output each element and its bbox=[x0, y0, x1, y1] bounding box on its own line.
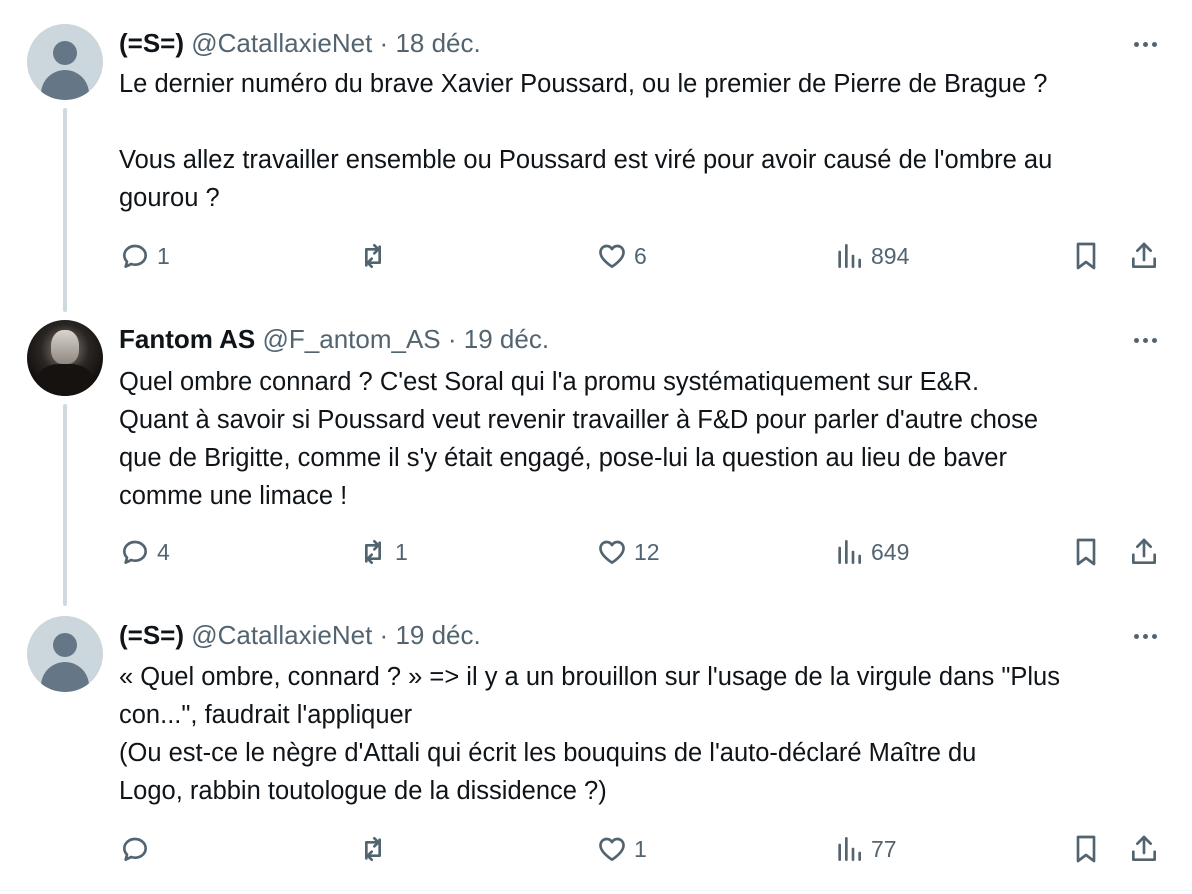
bookmark-icon bbox=[1076, 242, 1096, 270]
bookmark-icon bbox=[1076, 835, 1096, 863]
tweet-line: comme une limace ! bbox=[119, 482, 348, 510]
like-button[interactable]: 6 bbox=[596, 240, 647, 272]
bookmark-button[interactable] bbox=[1070, 833, 1102, 865]
views-count: 894 bbox=[871, 242, 910, 269]
like-button[interactable]: 1 bbox=[596, 833, 647, 865]
tweet-date[interactable]: 18 déc. bbox=[395, 28, 480, 58]
tweet-date[interactable]: 19 déc. bbox=[395, 620, 480, 650]
avatar-shoulders-shape bbox=[41, 662, 89, 692]
views-button[interactable]: 894 bbox=[833, 240, 909, 272]
tweet[interactable]: Fantom AS @F_antom_AS · 19 déc. Quel omb… bbox=[0, 300, 1192, 600]
bottom-divider bbox=[0, 890, 1192, 891]
avatar-head-shape bbox=[53, 633, 77, 657]
tweet-line: Logo, rabbin toutologue de la dissidence… bbox=[119, 777, 607, 805]
tweet-line: Vous allez travailler ensemble ou Poussa… bbox=[119, 146, 1053, 174]
tweet-actions: 1 6 894 bbox=[0, 240, 1192, 280]
share-button[interactable] bbox=[1128, 240, 1160, 272]
author-handle[interactable]: @F_antom_AS bbox=[263, 324, 441, 354]
tweet-line-blank bbox=[119, 103, 1179, 141]
tweet-text: « Quel ombre, connard ? » => il y a un b… bbox=[119, 658, 1179, 810]
tweet-line: Quel ombre connard ? C'est Soral qui l'a… bbox=[119, 368, 980, 396]
reply-count: 1 bbox=[157, 242, 170, 269]
share-icon bbox=[1132, 538, 1156, 564]
more-icon[interactable] bbox=[1128, 626, 1162, 646]
bookmark-icon bbox=[1076, 538, 1096, 566]
reply-icon bbox=[123, 540, 147, 564]
like-button[interactable]: 12 bbox=[596, 536, 660, 568]
header-separator: · bbox=[447, 324, 457, 354]
tweet-line: gourou ? bbox=[119, 184, 220, 212]
views-button[interactable]: 649 bbox=[833, 536, 909, 568]
reply-button[interactable]: 1 bbox=[119, 240, 170, 272]
more-icon[interactable] bbox=[1128, 330, 1162, 350]
tweet-text: Le dernier numéro du brave Xavier Poussa… bbox=[119, 65, 1179, 217]
share-icon bbox=[1132, 835, 1156, 861]
repost-icon bbox=[365, 540, 381, 564]
repost-icon bbox=[365, 837, 381, 861]
header-separator: · bbox=[379, 28, 389, 58]
tweet-actions: 4 1 12 649 bbox=[0, 536, 1192, 576]
tweet-text: Quel ombre connard ? C'est Soral qui l'a… bbox=[119, 363, 1179, 515]
views-icon bbox=[838, 540, 861, 564]
reply-icon bbox=[123, 837, 147, 861]
tweet-line: Le dernier numéro du brave Xavier Poussa… bbox=[119, 70, 1048, 98]
author-name[interactable]: (=S=) bbox=[119, 28, 184, 58]
repost-button[interactable]: 1 bbox=[357, 536, 408, 568]
like-count: 1 bbox=[634, 835, 647, 862]
views-icon bbox=[838, 244, 861, 268]
heart-icon bbox=[599, 837, 625, 861]
views-count: 649 bbox=[871, 538, 910, 565]
bookmark-button[interactable] bbox=[1070, 240, 1102, 272]
views-button[interactable]: 77 bbox=[833, 833, 897, 865]
avatar-shoulders-shape bbox=[41, 70, 89, 100]
avatar-body-shape bbox=[37, 364, 93, 396]
like-count: 12 bbox=[634, 538, 660, 565]
heart-icon bbox=[599, 244, 625, 268]
tweet-line: que de Brigitte, comme il s'y était enga… bbox=[119, 444, 1007, 472]
more-icon[interactable] bbox=[1128, 34, 1162, 54]
tweet[interactable]: (=S=) @CatallaxieNet · 19 déc. « Quel om… bbox=[0, 596, 1192, 894]
tweet-date[interactable]: 19 déc. bbox=[464, 324, 549, 354]
repost-icon bbox=[365, 244, 381, 268]
tweet-line: (Ou est-ce le nègre d'Attali qui écrit l… bbox=[119, 739, 977, 767]
tweet-line: con...", faudrait l'appliquer bbox=[119, 701, 413, 729]
repost-count: 1 bbox=[395, 538, 408, 565]
like-count: 6 bbox=[634, 242, 647, 269]
tweet-line: « Quel ombre, connard ? » => il y a un b… bbox=[119, 663, 1060, 691]
tweet-header: (=S=) @CatallaxieNet · 19 déc. bbox=[119, 618, 481, 652]
default-avatar[interactable] bbox=[27, 616, 103, 692]
author-name[interactable]: (=S=) bbox=[119, 620, 184, 650]
tweet-header: (=S=) @CatallaxieNet · 18 déc. bbox=[119, 26, 481, 60]
tweet[interactable]: (=S=) @CatallaxieNet · 18 déc. Le dernie… bbox=[0, 0, 1192, 300]
default-avatar[interactable] bbox=[27, 24, 103, 100]
tweet-actions: 1 77 bbox=[0, 833, 1192, 873]
avatar-head-shape bbox=[53, 41, 77, 65]
share-button[interactable] bbox=[1128, 833, 1160, 865]
reply-button[interactable] bbox=[119, 833, 157, 865]
heart-icon bbox=[599, 540, 625, 564]
reply-button[interactable]: 4 bbox=[119, 536, 170, 568]
tweet-line: Quant à savoir si Poussard veut revenir … bbox=[119, 406, 1039, 434]
author-handle[interactable]: @CatallaxieNet bbox=[191, 620, 372, 650]
share-icon bbox=[1132, 242, 1156, 268]
share-button[interactable] bbox=[1128, 536, 1160, 568]
avatar-face-shape bbox=[51, 330, 79, 364]
views-icon bbox=[838, 837, 861, 861]
author-handle[interactable]: @CatallaxieNet bbox=[191, 28, 372, 58]
photo-avatar[interactable] bbox=[27, 320, 103, 396]
repost-button[interactable] bbox=[357, 833, 395, 865]
header-separator: · bbox=[379, 620, 389, 650]
reply-count: 4 bbox=[157, 538, 170, 565]
views-count: 77 bbox=[871, 835, 897, 862]
tweet-header: Fantom AS @F_antom_AS · 19 déc. bbox=[119, 322, 549, 356]
reply-icon bbox=[123, 244, 147, 268]
repost-button[interactable] bbox=[357, 240, 395, 272]
bookmark-button[interactable] bbox=[1070, 536, 1102, 568]
author-name[interactable]: Fantom AS bbox=[119, 324, 255, 354]
